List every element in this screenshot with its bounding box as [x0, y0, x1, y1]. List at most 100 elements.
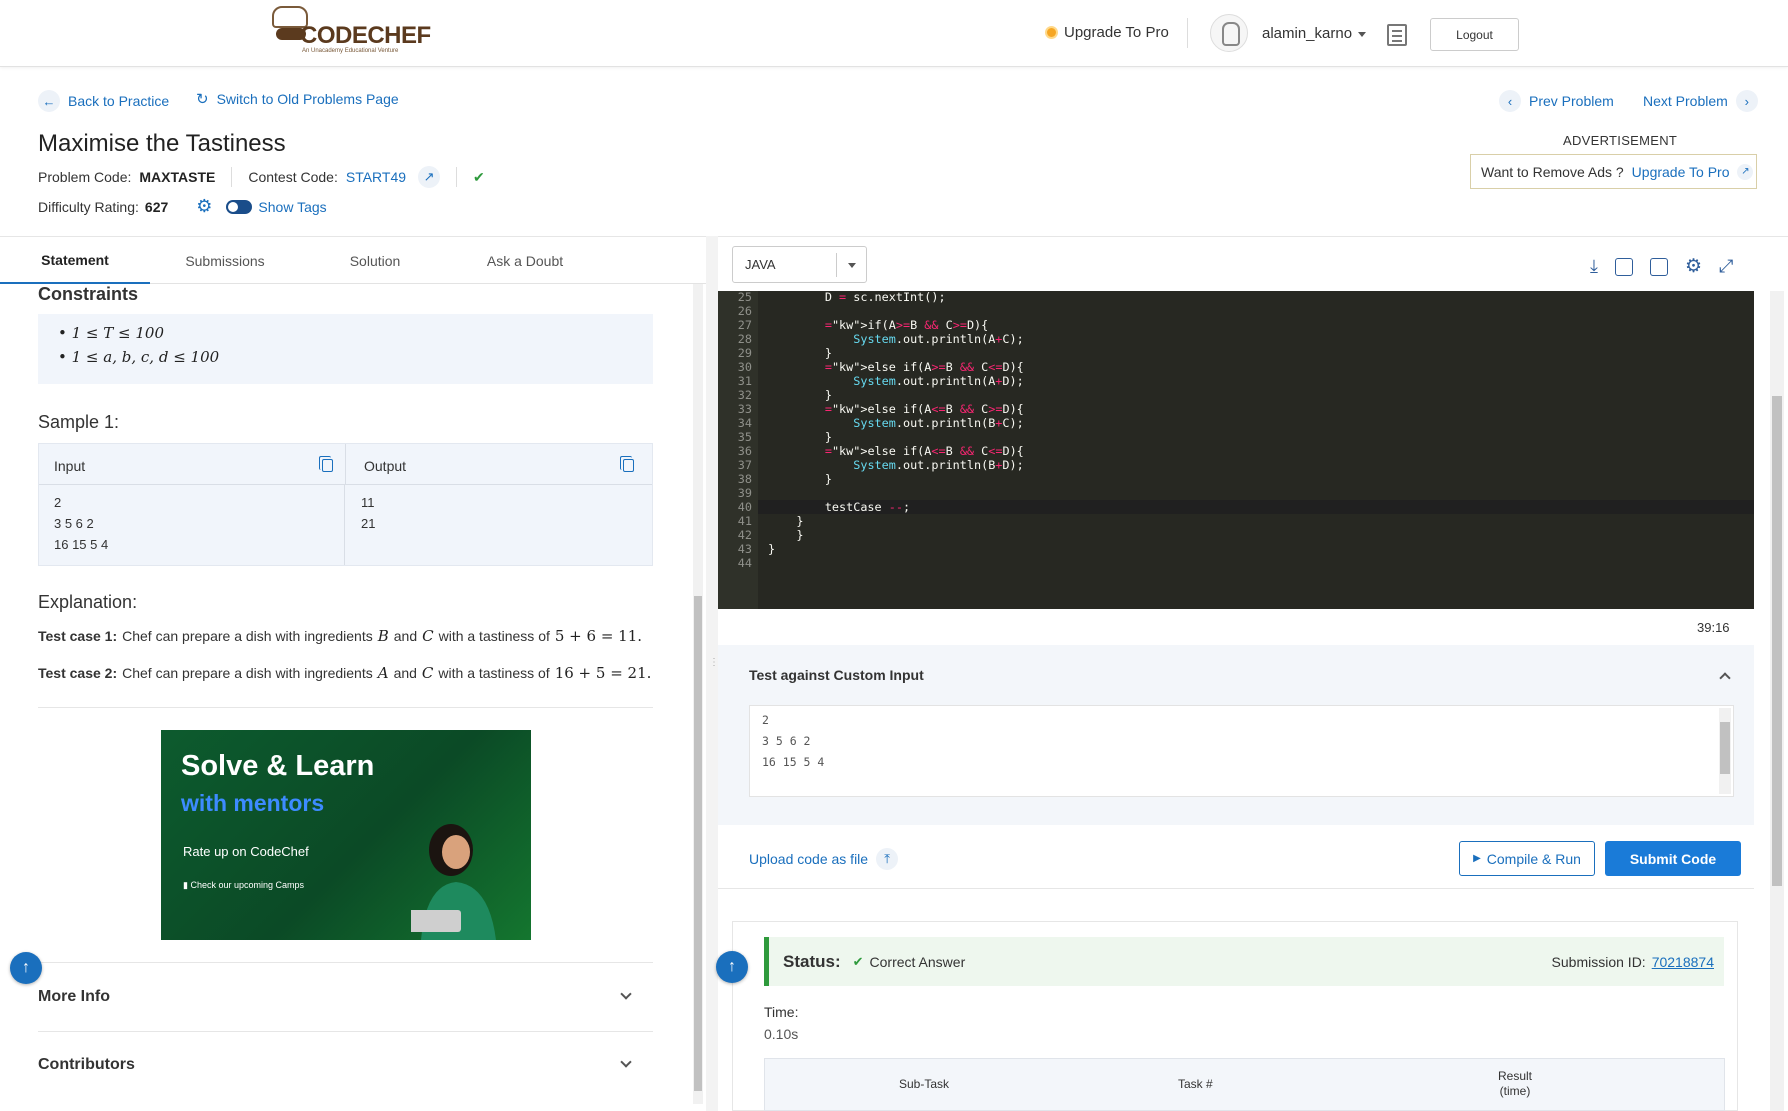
- statement-scrollbar[interactable]: [693, 284, 703, 1104]
- splitter-handle-icon[interactable]: ⋮: [709, 658, 719, 690]
- code-line[interactable]: System.out.println(B+D);: [768, 458, 1023, 472]
- line-number: 32: [737, 388, 752, 402]
- code-line[interactable]: ="kw">else if(A>=B && C<=D){: [768, 360, 1024, 374]
- sample-heading: Sample 1:: [38, 412, 120, 432]
- line-number: 25: [737, 291, 752, 304]
- scrollbar-thumb[interactable]: [1720, 722, 1730, 774]
- user-avatar[interactable]: [1210, 14, 1248, 52]
- compile-run-button[interactable]: ▶ Compile & Run: [1459, 841, 1595, 876]
- sample-output-line: 11: [361, 495, 375, 510]
- external-link-icon[interactable]: ↗: [1737, 163, 1754, 180]
- chevron-down-icon[interactable]: [620, 988, 632, 1000]
- scrollbar-thumb[interactable]: [1772, 396, 1782, 886]
- line-number: 37: [737, 458, 752, 472]
- codechef-logo[interactable]: CODECHEF: [300, 22, 431, 50]
- line-number: 26: [737, 304, 752, 318]
- switch-old-page-label: Switch to Old Problems Page: [216, 91, 399, 107]
- back-to-practice-link[interactable]: ← Back to Practice: [38, 90, 169, 112]
- submission-id-label: Submission ID:: [1551, 953, 1646, 970]
- switch-old-page-link[interactable]: ↻ Switch to Old Problems Page: [196, 90, 399, 108]
- copy-icon[interactable]: [620, 456, 634, 472]
- notes-icon[interactable]: [1387, 24, 1407, 46]
- mentors-ad-banner[interactable]: Solve & Learn with mentors Rate up on Co…: [161, 730, 531, 940]
- copy-icon[interactable]: [319, 456, 333, 472]
- scrollbar-thumb[interactable]: [694, 596, 702, 1091]
- submit-code-button[interactable]: Submit Code: [1605, 841, 1741, 876]
- fullscreen-icon[interactable]: ⤢: [1719, 256, 1733, 277]
- math-expression: 16 + 5 = 21.: [554, 664, 652, 682]
- explanation-text: with a tastiness of: [438, 665, 550, 681]
- code-line[interactable]: }: [768, 346, 832, 360]
- line-number: 44: [737, 556, 752, 570]
- problem-code-label: Problem Code:: [38, 169, 132, 185]
- code-line[interactable]: System.out.println(A+D);: [768, 374, 1023, 388]
- tab-solution[interactable]: Solution: [300, 238, 450, 284]
- submission-id-link[interactable]: 70218874: [1652, 954, 1714, 970]
- code-line[interactable]: D = sc.nextInt();: [768, 291, 946, 304]
- custom-input-textarea[interactable]: 2 3 5 6 2 16 15 5 4: [749, 705, 1734, 797]
- tab-ask-doubt[interactable]: Ask a Doubt: [450, 238, 600, 284]
- submission-id-group: Submission ID: 70218874: [1552, 954, 1714, 970]
- code-line[interactable]: ="kw">if(A>=B && C>=D){: [768, 318, 988, 332]
- user-menu[interactable]: alamin_karno: [1262, 25, 1367, 42]
- col-result: Result (time): [1498, 1069, 1532, 1099]
- language-select[interactable]: JAVA: [732, 246, 867, 283]
- code-line[interactable]: ="kw">else if(A<=B && C<=D){: [768, 444, 1024, 458]
- upgrade-to-pro-link[interactable]: Upgrade To Pro: [1045, 24, 1169, 41]
- logout-button[interactable]: Logout: [1430, 18, 1519, 51]
- explanation-text: Chef can prepare a dish with ingredients: [122, 628, 373, 644]
- settings-gear-icon[interactable]: ⚙: [1685, 255, 1702, 278]
- more-info-accordion[interactable]: More Info: [38, 988, 110, 1006]
- code-line[interactable]: }: [768, 528, 803, 542]
- tab-statement[interactable]: Statement: [0, 238, 150, 284]
- scroll-top-button[interactable]: ↑: [10, 952, 42, 984]
- sample-output-line: 21: [361, 516, 376, 531]
- save-icon[interactable]: [1649, 257, 1668, 276]
- sample-output: 11 21: [344, 485, 652, 565]
- textarea-scrollbar[interactable]: [1719, 708, 1731, 794]
- custom-input-title: Test against Custom Input: [749, 667, 924, 683]
- page-scrollbar[interactable]: [1770, 291, 1784, 1111]
- code-line[interactable]: ="kw">else if(A<=B && C>=D){: [768, 402, 1024, 416]
- code-line[interactable]: }: [768, 472, 832, 486]
- scroll-top-button[interactable]: ↑: [716, 951, 748, 983]
- sample-input-line: 2: [54, 495, 62, 510]
- gear-icon[interactable]: ⚙: [196, 196, 212, 217]
- show-tags-toggle[interactable]: [226, 199, 253, 214]
- line-number: 31: [737, 374, 752, 388]
- code-line[interactable]: }: [768, 514, 803, 528]
- code-line[interactable]: }: [768, 388, 832, 402]
- math-var: C: [422, 627, 434, 645]
- code-line[interactable]: }: [768, 542, 775, 556]
- constraint-item: • 1 ≤ a, b, c, d ≤ 100: [58, 348, 220, 366]
- tab-submissions[interactable]: Submissions: [150, 238, 300, 284]
- mentor-illustration-icon: [411, 824, 496, 940]
- external-link-icon[interactable]: ↗: [418, 166, 441, 188]
- prev-problem-link[interactable]: ‹ Prev Problem: [1499, 90, 1614, 112]
- col-result-label: Result: [1498, 1069, 1533, 1083]
- next-problem-link[interactable]: Next Problem ›: [1643, 90, 1758, 112]
- contest-code-link[interactable]: START49: [346, 169, 406, 185]
- code-line[interactable]: System.out.println(B+C);: [768, 416, 1023, 430]
- chevron-down-icon[interactable]: [620, 1056, 632, 1068]
- show-tags-label[interactable]: Show Tags: [258, 199, 326, 215]
- line-number: 40: [737, 500, 752, 514]
- code-line[interactable]: }: [768, 430, 832, 444]
- code-editor[interactable]: 25 D = sc.nextInt(); 26 27 ="kw">if(A>=B &…: [718, 291, 1754, 609]
- custom-input-line: 16 15 5 4: [762, 755, 825, 769]
- output-header-cell: Output: [345, 444, 652, 484]
- remove-ads-text: Want to Remove Ads ?: [1481, 163, 1624, 180]
- code-line[interactable]: testCase --;: [768, 500, 910, 514]
- line-number: 36: [737, 444, 752, 458]
- upgrade-pro-ad-link[interactable]: Upgrade To Pro: [1632, 164, 1730, 180]
- line-number: 41: [737, 514, 752, 528]
- upload-label: Upload code as file: [749, 851, 869, 867]
- divider: [38, 707, 653, 708]
- logo-tagline: An Unacademy Educational Venture: [302, 48, 399, 54]
- contributors-accordion[interactable]: Contributors: [38, 1056, 135, 1074]
- upload-code-link[interactable]: Upload code as file ⤒: [749, 848, 899, 870]
- code-line[interactable]: System.out.println(A+C);: [768, 332, 1023, 346]
- download-icon[interactable]: ⤓: [1590, 256, 1598, 277]
- explanation-text: with a tastiness of: [438, 628, 550, 644]
- comment-icon[interactable]: [1614, 257, 1633, 276]
